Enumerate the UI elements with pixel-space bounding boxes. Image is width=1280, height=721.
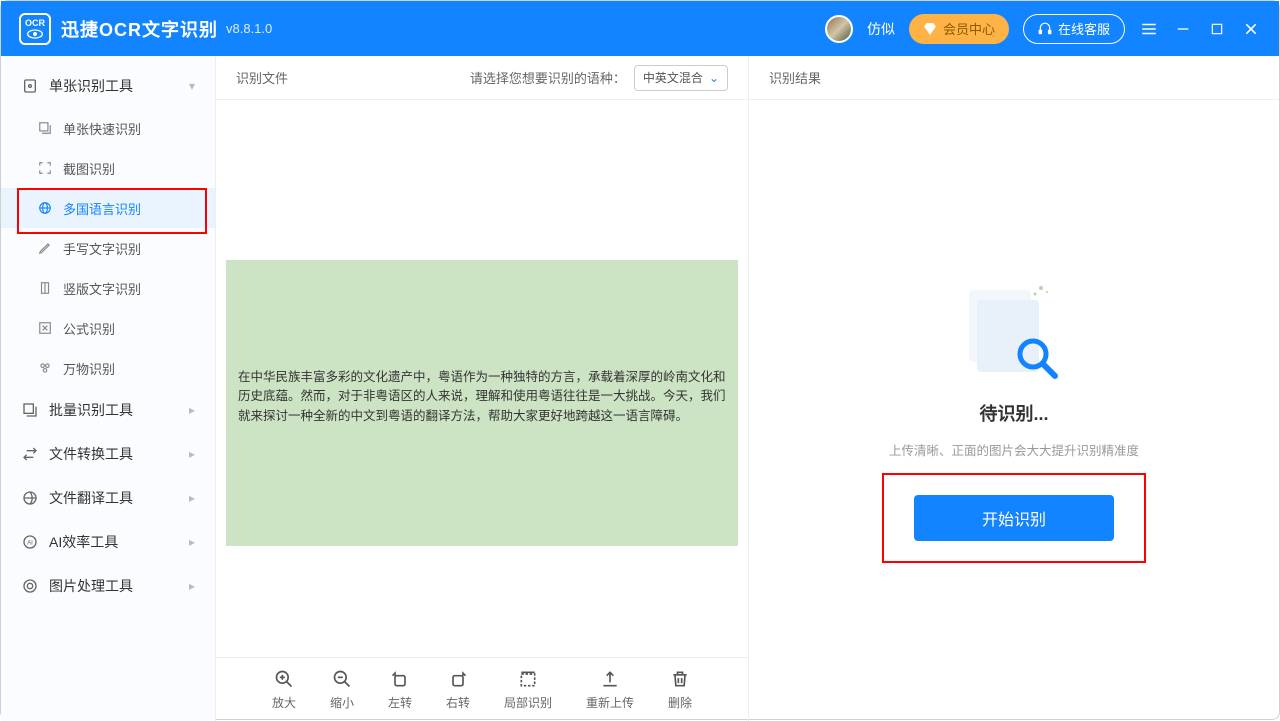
result-title: 识别结果 [769, 68, 821, 87]
minimize-icon[interactable] [1173, 19, 1193, 39]
service-button[interactable]: 在线客服 [1023, 14, 1125, 44]
rotate-left-icon [389, 668, 411, 690]
zoom-out-icon [331, 668, 353, 690]
document-text: 在中华民族丰富多彩的文化遗产中，粤语作为一种独特的方言，承载着深厚的岭南文化和历… [226, 260, 738, 546]
sidebar-section-single[interactable]: 单张识别工具▾ [1, 64, 215, 108]
magnifier-icon [1015, 336, 1059, 380]
sidebar-item-quick[interactable]: 单张快速识别 [1, 108, 215, 148]
center-title: 识别文件 [236, 68, 288, 87]
sidebar-item-formula[interactable]: 公式识别 [1, 308, 215, 348]
single-icon [21, 77, 39, 95]
chevron-right-icon: ▸ [189, 579, 195, 593]
sidebar: 单张识别工具▾ 单张快速识别 截图识别 多国语言识别 手写文字识别 竖版文字识别… [1, 56, 216, 721]
image-icon [21, 577, 39, 595]
placeholder-image [969, 290, 1059, 380]
sidebar-item-vertical[interactable]: 竖版文字识别 [1, 268, 215, 308]
zoom-out-button[interactable]: 缩小 [330, 668, 354, 711]
center-panel: 识别文件 请选择您想要识别的语种： 中英文混合⌄ 在中华民族丰富多彩的文化遗产中… [216, 56, 749, 721]
screenshot-icon [37, 160, 53, 176]
sidebar-section-ai[interactable]: AIAI效率工具▸ [1, 520, 215, 564]
ai-icon: AI [21, 533, 39, 551]
username[interactable]: 仿似 [867, 19, 895, 39]
rotate-right-icon [447, 668, 469, 690]
sidebar-section-batch[interactable]: 批量识别工具▸ [1, 388, 215, 432]
chevron-right-icon: ▸ [189, 535, 195, 549]
lang-dropdown[interactable]: 中英文混合⌄ [634, 65, 728, 91]
sidebar-section-convert[interactable]: 文件转换工具▸ [1, 432, 215, 476]
reupload-button[interactable]: 重新上传 [586, 668, 634, 711]
vip-button[interactable]: 会员中心 [909, 14, 1009, 44]
chevron-down-icon: ▾ [189, 79, 195, 93]
user-avatar[interactable] [825, 15, 853, 43]
translate-icon [21, 489, 39, 507]
result-panel: 识别结果 待识别... 上传清晰、正面的图片会大大提升识别精准度 开始识别 [749, 56, 1279, 721]
toolbar: 放大 缩小 左转 右转 局部识别 重新上传 删除 [216, 657, 748, 721]
close-icon[interactable] [1241, 19, 1261, 39]
maximize-icon[interactable] [1207, 19, 1227, 39]
svg-text:AI: AI [27, 541, 33, 547]
vertical-icon [37, 280, 53, 296]
app-version: v8.8.1.0 [226, 21, 272, 36]
formula-icon [37, 320, 53, 336]
rotate-left-button[interactable]: 左转 [388, 668, 412, 711]
sidebar-item-screenshot[interactable]: 截图识别 [1, 148, 215, 188]
zoom-in-icon [273, 668, 295, 690]
batch-icon [21, 401, 39, 419]
sidebar-item-handwrite[interactable]: 手写文字识别 [1, 228, 215, 268]
chevron-right-icon: ▸ [189, 447, 195, 461]
objects-icon [37, 360, 53, 376]
sidebar-section-image[interactable]: 图片处理工具▸ [1, 564, 215, 608]
app-title: 迅捷OCR文字识别 [61, 16, 218, 42]
partial-icon [517, 668, 539, 690]
upload-icon [599, 668, 621, 690]
diamond-icon [923, 22, 937, 36]
sidebar-section-translate[interactable]: 文件翻译工具▸ [1, 476, 215, 520]
quick-icon [37, 120, 53, 136]
sidebar-item-multilang[interactable]: 多国语言识别 [1, 188, 215, 228]
menu-icon[interactable] [1139, 19, 1159, 39]
convert-icon [21, 445, 39, 463]
headset-icon [1038, 22, 1052, 36]
titlebar: OCR 迅捷OCR文字识别 v8.8.1.0 仿似 会员中心 在线客服 [1, 1, 1279, 56]
pen-icon [37, 240, 53, 256]
globe-icon [37, 200, 53, 216]
delete-button[interactable]: 删除 [668, 668, 692, 711]
chevron-right-icon: ▸ [189, 403, 195, 417]
app-logo: OCR [19, 13, 51, 45]
partial-button[interactable]: 局部识别 [504, 668, 552, 711]
sidebar-item-everything[interactable]: 万物识别 [1, 348, 215, 388]
trash-icon [669, 668, 691, 690]
zoom-in-button[interactable]: 放大 [272, 668, 296, 711]
start-recognition-button[interactable]: 开始识别 [914, 495, 1114, 541]
hint-text: 上传清晰、正面的图片会大大提升识别精准度 [889, 440, 1139, 459]
rotate-right-button[interactable]: 右转 [446, 668, 470, 711]
chevron-down-icon: ⌄ [709, 71, 719, 85]
lang-label: 请选择您想要识别的语种： [470, 68, 626, 87]
chevron-right-icon: ▸ [189, 491, 195, 505]
status-text: 待识别... [979, 400, 1048, 426]
preview-area: 在中华民族丰富多彩的文化遗产中，粤语作为一种独特的方言，承载着深厚的岭南文化和历… [216, 100, 748, 657]
